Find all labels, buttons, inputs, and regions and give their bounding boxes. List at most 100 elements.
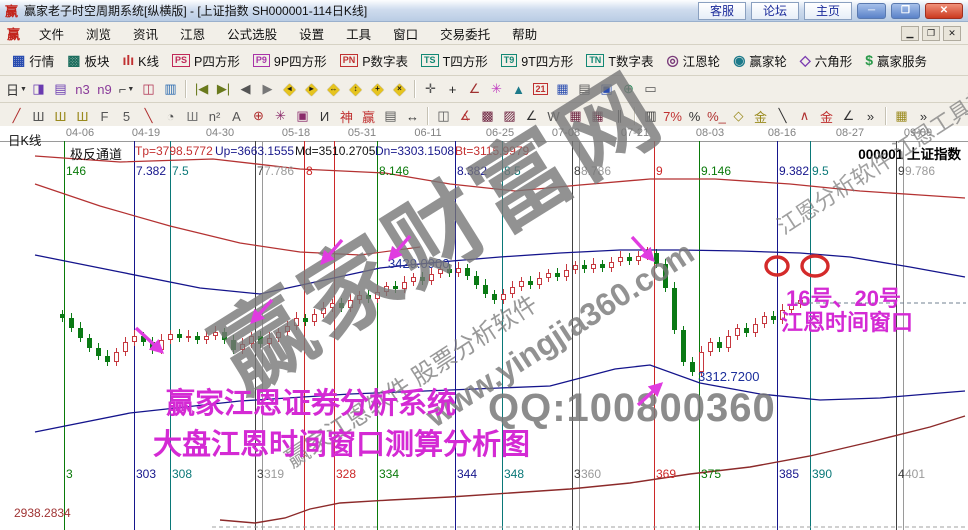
- shen-tool-button[interactable]: 神: [336, 106, 357, 126]
- homepage-button[interactable]: 主页: [804, 2, 852, 20]
- parallel-lines-button[interactable]: ∥: [609, 106, 630, 126]
- percent-button[interactable]: %: [684, 106, 705, 126]
- cycle-clock-button[interactable]: ◔: [160, 106, 181, 126]
- spiral-5-button[interactable]: 5: [116, 106, 137, 126]
- zoom-left-diamond-button[interactable]: ◆◂: [279, 79, 300, 99]
- customer-service-button[interactable]: 客服: [698, 2, 746, 20]
- maximize-button[interactable]: ❐: [891, 3, 920, 19]
- gold-comb-2-button[interactable]: Ш: [72, 106, 93, 126]
- marker-tool-button[interactable]: ⌐▼: [116, 79, 137, 99]
- expand-all-diamond-button[interactable]: ◆+: [367, 79, 388, 99]
- box-frame-button[interactable]: ◫: [433, 106, 454, 126]
- more-1-button[interactable]: »: [860, 106, 881, 126]
- star-lines-button[interactable]: ✳: [270, 106, 291, 126]
- dense-grid-1-button[interactable]: ▦: [565, 106, 586, 126]
- grid-comb-button[interactable]: Ш: [28, 106, 49, 126]
- menu-item-5[interactable]: 设置: [288, 22, 335, 45]
- dense-grid-2-button[interactable]: ▦: [587, 106, 608, 126]
- square-spiral-button[interactable]: ▣: [292, 106, 313, 126]
- wave-3-button[interactable]: n3: [72, 79, 93, 99]
- period-selector-button[interactable]: 日▼: [6, 79, 27, 99]
- menu-item-8[interactable]: 交易委托: [429, 22, 501, 45]
- a-wave-button[interactable]: ∧: [794, 106, 815, 126]
- menu-item-2[interactable]: 资讯: [122, 22, 169, 45]
- pen-tool-button[interactable]: ╱: [6, 106, 27, 126]
- winner-wheel-button[interactable]: ◉赢家轮: [730, 49, 790, 72]
- menu-item-7[interactable]: 窗口: [382, 22, 429, 45]
- badge-pen-button[interactable]: ╲: [138, 106, 159, 126]
- reset-zoom-diamond-button[interactable]: ◆×: [389, 79, 410, 99]
- percent-zone-button[interactable]: 7%: [662, 106, 683, 126]
- ink-pen-button[interactable]: ╲: [772, 106, 793, 126]
- save-button[interactable]: ▣: [596, 79, 617, 99]
- k-mark-button[interactable]: И: [314, 106, 335, 126]
- wave-lines-button[interactable]: W: [543, 106, 564, 126]
- page-prev-button[interactable]: ◀: [235, 79, 256, 99]
- page-next-button[interactable]: ▶: [257, 79, 278, 99]
- kline-button[interactable]: ılıK线: [120, 49, 163, 72]
- gann-wheel-button[interactable]: ◎江恩轮: [663, 49, 723, 72]
- angle-lines-button[interactable]: ∠: [521, 106, 542, 126]
- zoom-right-diamond-button[interactable]: ◆▸: [301, 79, 322, 99]
- hexagon-button[interactable]: ◇六角形: [797, 49, 855, 72]
- a-lines-button[interactable]: A: [226, 106, 247, 126]
- p-number-table-button[interactable]: PNP数字表: [337, 49, 411, 72]
- wave-9-button[interactable]: n9: [94, 79, 115, 99]
- width-arrows-button[interactable]: ↔: [402, 106, 423, 126]
- expand-h-diamond-button[interactable]: ◆↔: [323, 79, 344, 99]
- angle-fan-button[interactable]: ∠: [838, 106, 859, 126]
- info-list-button[interactable]: ▤: [50, 79, 71, 99]
- ying-tool-button[interactable]: 赢: [358, 106, 379, 126]
- f-comb-button[interactable]: F: [94, 106, 115, 126]
- flower-mark-button[interactable]: ✳: [486, 79, 507, 99]
- dark-square-1-button[interactable]: ▩: [477, 106, 498, 126]
- menu-item-4[interactable]: 公式选股: [216, 22, 288, 45]
- gann-report-button[interactable]: ◫: [138, 79, 159, 99]
- gold-line-2-button[interactable]: 金: [816, 106, 837, 126]
- minimize-button[interactable]: ─: [857, 3, 886, 19]
- hand-tool-button[interactable]: ✛: [420, 79, 441, 99]
- 9p-square-button[interactable]: P99P四方形: [250, 49, 330, 72]
- n-squared-button[interactable]: n²: [204, 106, 225, 126]
- ruler-123-button[interactable]: ▤: [380, 106, 401, 126]
- expand-v-diamond-button[interactable]: ◆↕: [345, 79, 366, 99]
- child-minimize-button[interactable]: ▁: [901, 26, 919, 41]
- calendar-button[interactable]: 21: [530, 79, 551, 99]
- more-2-button[interactable]: »: [913, 106, 934, 126]
- t-square-button[interactable]: TST四方形: [418, 49, 491, 72]
- forum-button[interactable]: 论坛: [751, 2, 799, 20]
- compass-tool-button[interactable]: ∠: [464, 79, 485, 99]
- close-button[interactable]: ✕: [925, 3, 963, 19]
- child-close-button[interactable]: ✕: [943, 26, 961, 41]
- menu-item-6[interactable]: 工具: [335, 22, 382, 45]
- crosshair-tool-button[interactable]: +: [442, 79, 463, 99]
- mountain-view-button[interactable]: ▲: [508, 79, 529, 99]
- printer-button[interactable]: ▭: [640, 79, 661, 99]
- 9t-square-button[interactable]: T99T四方形: [498, 49, 577, 72]
- menu-item-0[interactable]: 文件: [28, 22, 75, 45]
- gann-circle-button[interactable]: ⊕: [248, 106, 269, 126]
- quotes-button[interactable]: ▦行情: [9, 49, 57, 72]
- menu-item-9[interactable]: 帮助: [501, 22, 548, 45]
- gold-comb-1-button[interactable]: Ш: [50, 106, 71, 126]
- fan-lines-button[interactable]: ∡: [455, 106, 476, 126]
- grid-colored-button[interactable]: ▦: [891, 106, 912, 126]
- menu-item-3[interactable]: 江恩: [169, 22, 216, 45]
- export-data-button[interactable]: ⊕: [618, 79, 639, 99]
- t-number-table-button[interactable]: TNT数字表: [583, 49, 656, 72]
- p-square-button[interactable]: PSP四方形: [169, 49, 243, 72]
- calculator-button[interactable]: ▦: [552, 79, 573, 99]
- child-restore-button[interactable]: ❐: [922, 26, 940, 41]
- signal-chart-button[interactable]: ▥: [160, 79, 181, 99]
- gold-level-button[interactable]: 金: [750, 106, 771, 126]
- winner-service-button[interactable]: $赢家服务: [862, 49, 930, 72]
- go-first-button[interactable]: |◀: [191, 79, 212, 99]
- hist-box-button[interactable]: ▥: [640, 106, 661, 126]
- go-last-button[interactable]: ▶|: [213, 79, 234, 99]
- notebook-button[interactable]: ▤: [574, 79, 595, 99]
- dark-square-2-button[interactable]: ▨: [499, 106, 520, 126]
- menu-item-1[interactable]: 浏览: [75, 22, 122, 45]
- chart-layout-button[interactable]: ◨: [28, 79, 49, 99]
- sectors-button[interactable]: ▩板块: [64, 49, 112, 72]
- gold-hex-button[interactable]: ◇: [728, 106, 749, 126]
